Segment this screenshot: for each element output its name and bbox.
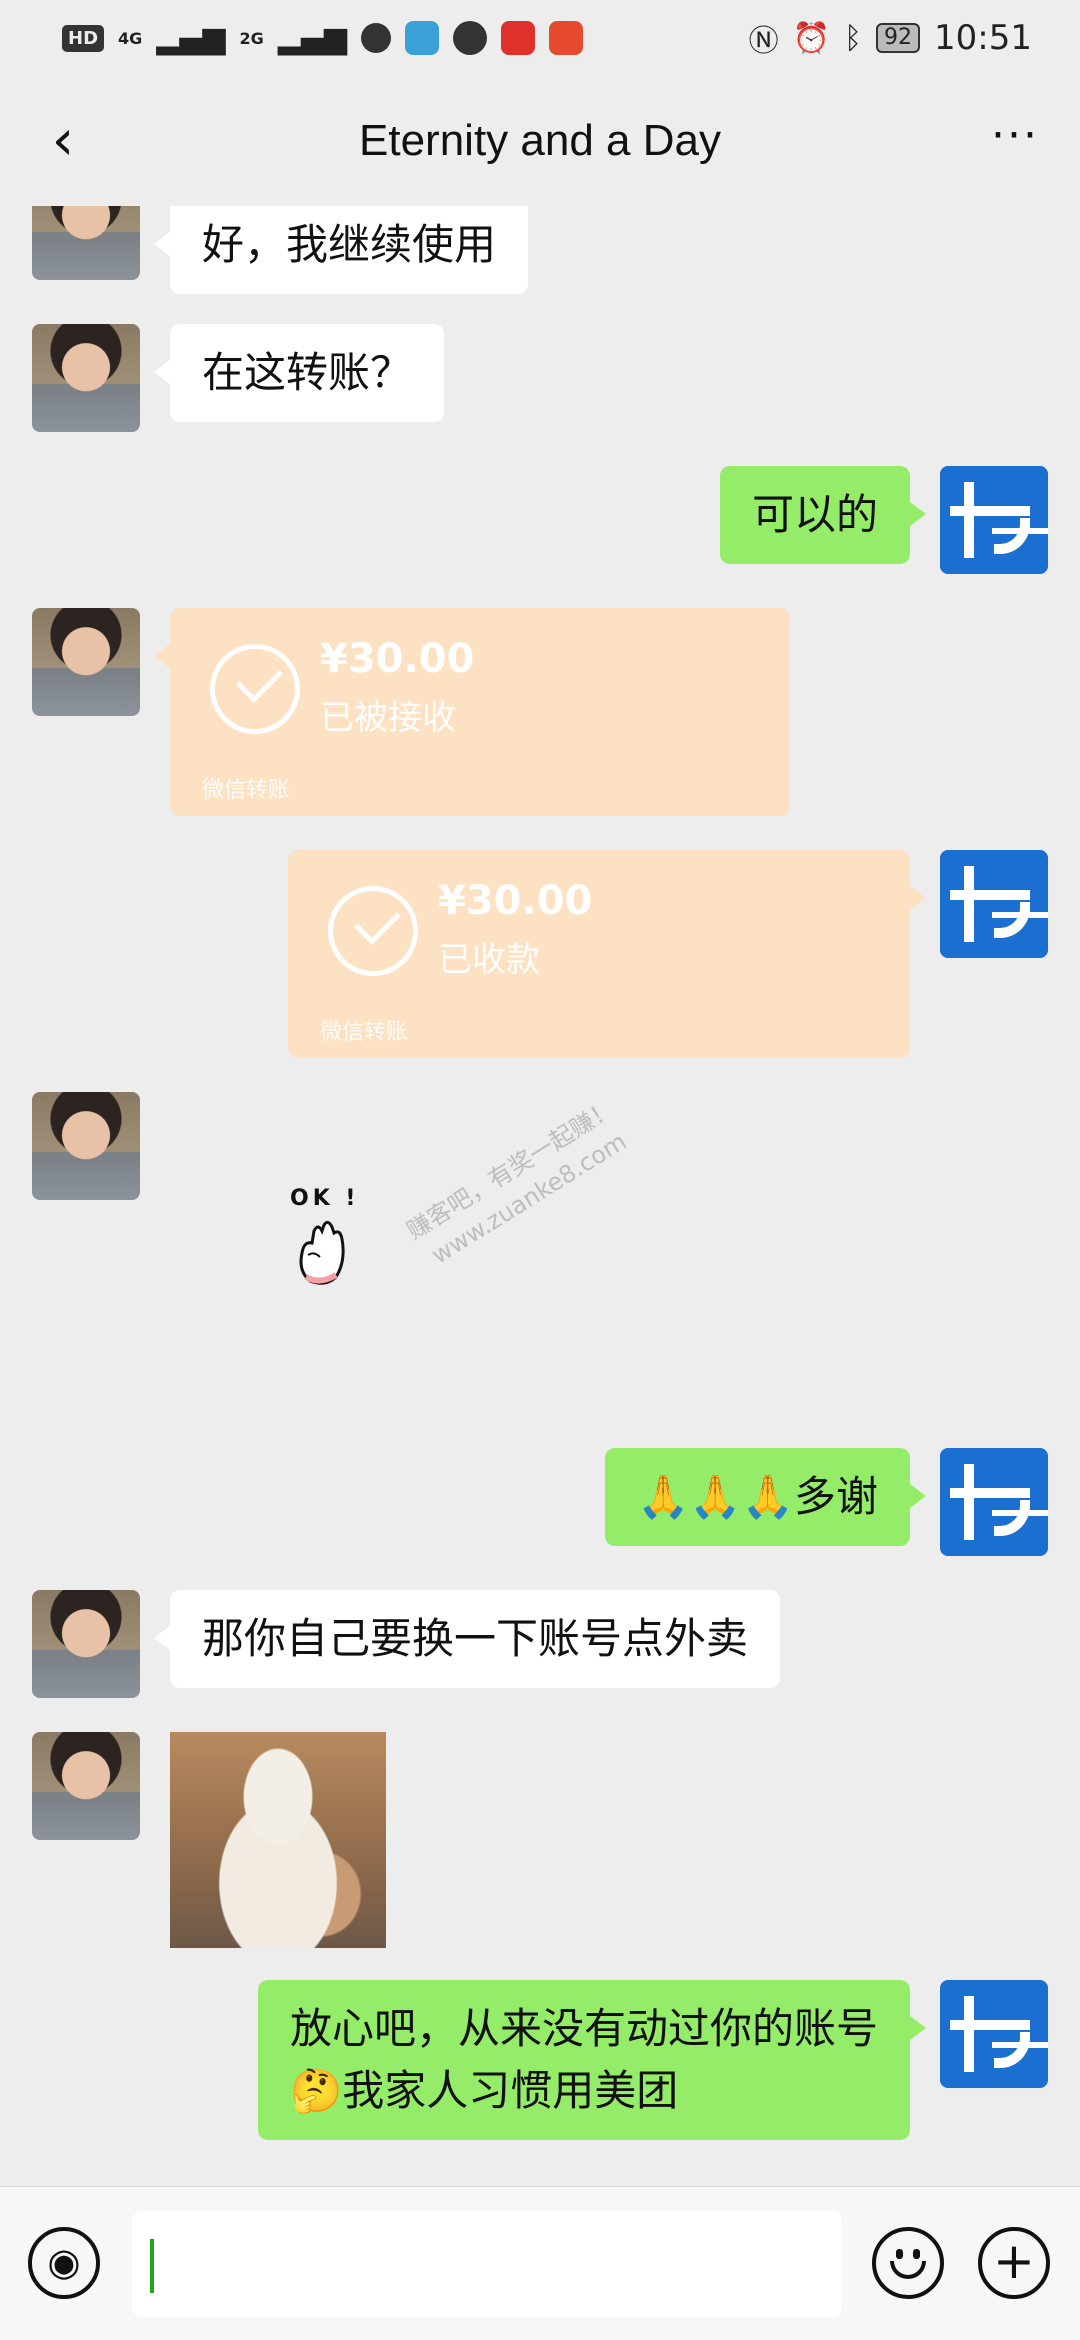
transfer-card-incoming[interactable]: ¥30.00 已被接收 微信转账 (154, 608, 790, 816)
message-bubble-outgoing[interactable]: 可以的 (719, 466, 927, 564)
contact-avatar[interactable] (32, 324, 140, 432)
transfer-status: 已收款 (438, 940, 540, 980)
transfer-card-outgoing[interactable]: ¥30.00 已收款 微信转账 (288, 850, 926, 1058)
app-icon (500, 21, 535, 55)
status-left: HD 4G ▂▄▆ 2G ▂▄▆ (62, 21, 583, 56)
self-avatar[interactable] (940, 1980, 1048, 2088)
plus-icon: + (993, 2232, 1035, 2290)
signal-2g: 2G (239, 28, 264, 48)
text-cursor (150, 2239, 154, 2293)
status-bar: HD 4G ▂▄▆ 2G ▂▄▆ Ⓝ ⏰ ᛒ 92 10:51 (0, 0, 1080, 76)
alarm-icon: ⏰ (792, 20, 831, 56)
app-icon (548, 21, 583, 55)
check-circle-icon (328, 886, 418, 976)
chat-icon (452, 21, 487, 55)
chat-title: Eternity and a Day (359, 116, 721, 165)
message-bubble-outgoing[interactable]: 放心吧，从来没有动过你的账号 🤔我家人习惯用美团 (257, 1980, 927, 2140)
bluetooth-icon: ᛒ (844, 20, 863, 56)
transfer-amount: ¥30.00 (320, 636, 475, 682)
transfer-amount: ¥30.00 (438, 878, 593, 924)
signal-bars-icon: ▂▄▆ (156, 20, 226, 56)
self-avatar[interactable] (940, 466, 1048, 574)
more-functions-button[interactable]: + (978, 2227, 1050, 2299)
status-right: Ⓝ ⏰ ᛒ 92 10:51 (749, 16, 1032, 60)
contact-avatar[interactable] (32, 1732, 140, 1840)
message-bubble-outgoing[interactable]: 🙏🙏🙏多谢 (605, 1448, 926, 1546)
contact-avatar[interactable] (32, 1590, 140, 1698)
chat-header: ‹ Eternity and a Day ··· (0, 76, 1080, 206)
sticker-label: OK ! (290, 1186, 360, 1211)
message-bubble-incoming[interactable]: 好，我继续使用 (153, 206, 529, 294)
transfer-status: 已被接收 (320, 698, 456, 738)
contact-avatar[interactable] (32, 206, 140, 280)
self-avatar[interactable] (940, 1448, 1048, 1556)
battery-indicator: 92 (876, 23, 921, 53)
shiba-dog-image[interactable] (170, 1732, 386, 1948)
signal-4g: 4G (118, 28, 143, 48)
app-icon (404, 21, 439, 55)
check-circle-icon (210, 644, 300, 734)
smile-icon (890, 2261, 926, 2279)
hd-badge: HD (62, 24, 105, 52)
back-button[interactable]: ‹ (28, 106, 98, 176)
input-bar: ◉ + (0, 2186, 1080, 2340)
emoji-button[interactable] (872, 2227, 944, 2299)
more-options-button[interactable]: ··· (980, 106, 1050, 176)
contact-avatar[interactable] (32, 608, 140, 716)
transfer-source: 微信转账 (320, 1020, 409, 1045)
signal-bars-icon: ▂▄▆ (277, 20, 347, 56)
ok-hand-sticker[interactable]: OK ! (290, 1186, 410, 1316)
contact-avatar[interactable] (32, 1092, 140, 1200)
message-bubble-incoming[interactable]: 那你自己要换一下账号点外卖 (153, 1590, 781, 1688)
message-input[interactable] (132, 2211, 842, 2317)
transfer-source: 微信转账 (202, 778, 291, 803)
ok-hand-icon (299, 1220, 345, 1285)
voice-icon: ◉ (47, 2240, 81, 2284)
clock: 10:51 (934, 18, 1032, 58)
voice-input-button[interactable]: ◉ (28, 2227, 100, 2299)
nfc-icon: Ⓝ (748, 24, 779, 59)
self-avatar[interactable] (940, 850, 1048, 958)
message-bubble-incoming[interactable]: 在这转账？ (153, 324, 445, 422)
qq-icon (360, 23, 391, 53)
